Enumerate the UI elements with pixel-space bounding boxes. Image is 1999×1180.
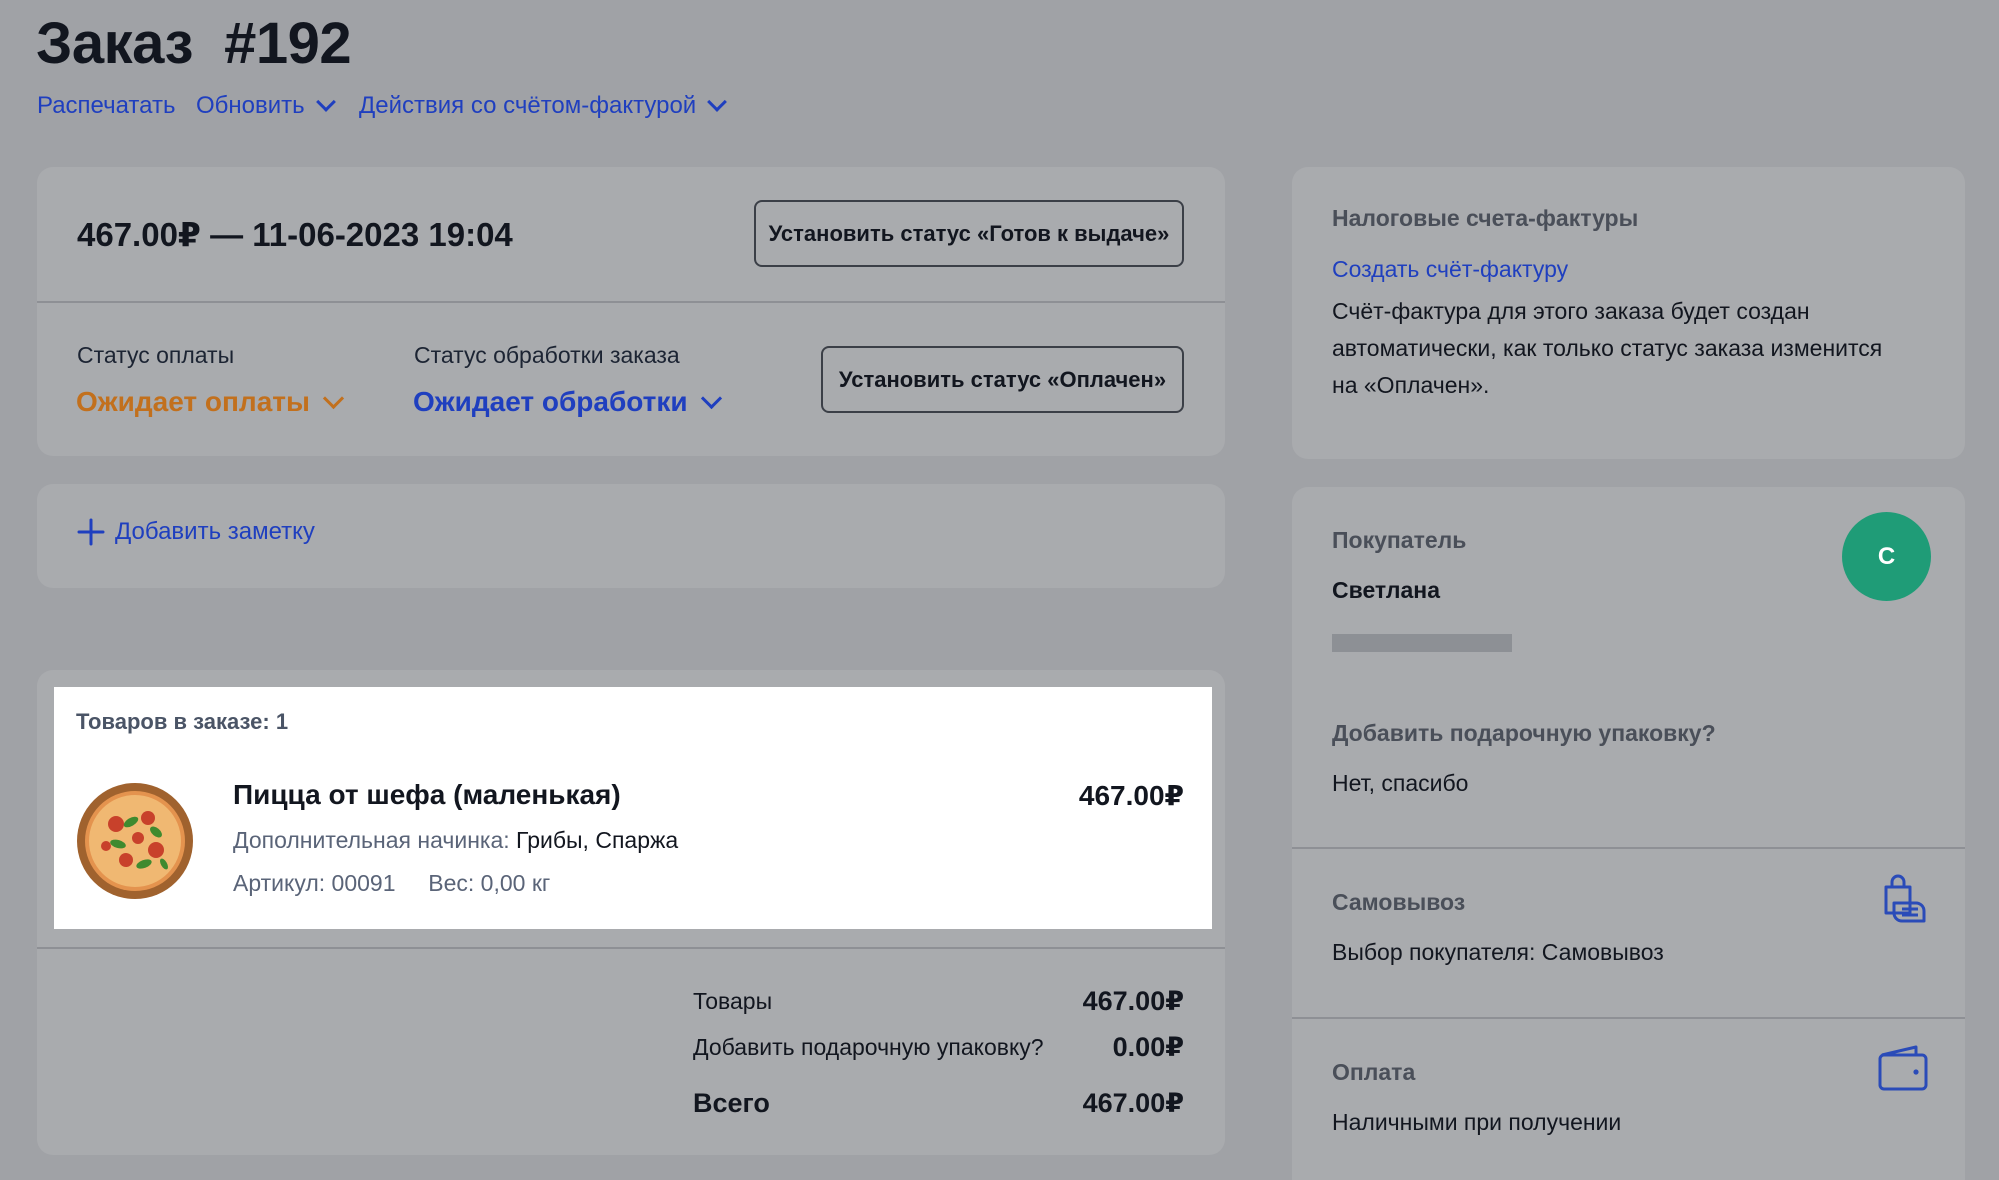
payment-value: Наличными при получении (1332, 1109, 1622, 1135)
product-name[interactable]: Пицца от шефа (маленькая) (233, 779, 621, 811)
divider (37, 947, 1225, 949)
delivery-value: Выбор покупателя: Самовывоз (1332, 939, 1664, 965)
product-weight: Вес: 0,00 кг (428, 870, 551, 896)
create-invoice-link[interactable]: Создать счёт-фактуру (1332, 256, 1568, 283)
gift-wrap-question: Добавить подарочную упаковку? (1332, 720, 1716, 746)
chevron-down-icon (700, 387, 722, 409)
product-extras: Дополнительная начинка: Грибы, Спаржа (233, 827, 678, 854)
delivery-heading: Самовывоз (1332, 889, 1466, 915)
extras-value: Грибы, Спаржа (516, 827, 679, 853)
add-note-button[interactable]: Добавить заметку (77, 518, 315, 546)
gift-wrap-label: Добавить подарочную упаковку? (693, 1034, 1044, 1060)
extras-label: Дополнительная начинка: (233, 827, 510, 853)
items-panel: Товаров в заказе: 1 Пицца от шефа (мален… (54, 687, 1212, 929)
invoice-description-line: Счёт-фактура для этого заказа будет созд… (1332, 298, 1810, 324)
customer-heading: Покупатель (1332, 527, 1467, 553)
order-status-card: 467.00₽ — 11-06-2023 19:04 Установить ст… (37, 167, 1225, 456)
product-price: 467.00₽ (1078, 780, 1184, 811)
payment-status-value: Ожидает оплаты (76, 386, 310, 417)
add-note-label: Добавить заметку (115, 518, 315, 545)
processing-status-label: Статус обработки заказа (414, 342, 680, 368)
customer-name: Светлана (1332, 577, 1440, 603)
chevron-down-icon (707, 92, 728, 112)
payment-status-label: Статус оплаты (77, 342, 235, 368)
gift-wrap-value: 0.00₽ (1112, 1032, 1184, 1062)
wallet-icon (1878, 1045, 1928, 1091)
chevron-down-icon (315, 92, 336, 112)
bag-hand-icon (1884, 874, 1926, 923)
goods-label: Товары (693, 988, 773, 1014)
product-sku: Артикул: 00091 (233, 870, 396, 896)
invoices-heading: Налоговые счета-фактуры (1332, 205, 1639, 231)
set-paid-status-button[interactable]: Установить статус «Оплачен» (821, 346, 1184, 413)
customer-card: Покупатель С Светлана Добавить подарочну… (1292, 487, 1965, 1180)
print-link-label: Распечатать (37, 92, 176, 119)
pizza-image (77, 783, 193, 899)
refresh-dropdown-label: Обновить (196, 92, 305, 119)
avatar-letter: С (1877, 542, 1896, 570)
total-value: 467.00₽ (1082, 1088, 1184, 1118)
product-meta: Артикул: 00091 Вес: 0,00 кг (233, 870, 550, 897)
divider (37, 301, 1225, 303)
print-link[interactable]: Распечатать (37, 92, 175, 120)
invoices-card: Налоговые счета-фактуры Создать счёт-фак… (1292, 167, 1965, 459)
invoice-actions-dropdown[interactable]: Действия со счётом-фактурой (359, 92, 728, 120)
chevron-down-icon (322, 387, 344, 409)
refresh-dropdown[interactable]: Обновить (196, 92, 336, 120)
invoice-description-line: на «Оплачен». (1332, 372, 1490, 398)
goods-value: 467.00₽ (1082, 986, 1184, 1016)
payment-status-dropdown[interactable]: Ожидает оплаты (76, 386, 344, 418)
invoice-description-line: автоматически, как только статус заказа … (1332, 335, 1883, 361)
total-label: Всего (693, 1088, 770, 1118)
note-card: Добавить заметку (37, 484, 1225, 588)
divider (1292, 847, 1965, 849)
set-ready-status-button[interactable]: Установить статус «Готов к выдаче» (754, 200, 1184, 267)
divider (1292, 1017, 1965, 1019)
invoice-description: Счёт-фактура для этого заказа будет созд… (1332, 293, 1882, 404)
plus-icon (77, 518, 105, 546)
page-title: Заказ #192 (36, 11, 352, 76)
payment-heading: Оплата (1332, 1059, 1416, 1085)
invoice-actions-label: Действия со счётом-фактурой (359, 92, 697, 119)
processing-status-value: Ожидает обработки (413, 386, 688, 417)
order-summary: 467.00₽ — 11-06-2023 19:04 (77, 216, 513, 253)
gift-wrap-answer: Нет, спасибо (1332, 770, 1469, 796)
redacted-contact (1332, 634, 1512, 652)
processing-status-dropdown[interactable]: Ожидает обработки (413, 386, 722, 418)
items-count: Товаров в заказе: 1 (76, 709, 289, 734)
product-image (76, 782, 194, 900)
order-items-card: Товаров в заказе: 1 Пицца от шефа (мален… (37, 670, 1225, 1155)
avatar: С (1842, 512, 1931, 601)
